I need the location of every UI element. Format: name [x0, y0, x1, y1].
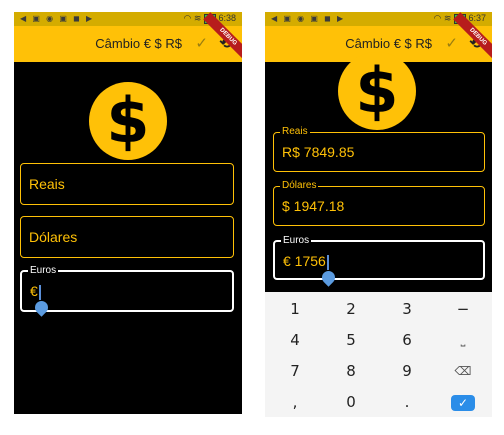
check-icon[interactable]: ✓ [195, 34, 208, 52]
app-title: Câmbio € $ R$ [95, 36, 182, 51]
phone-screen-left: ◀ ▣ ◉ ▣ ◼ ▶ ◠ ≋ 6:38 Câmbio € $ R$ ✓ ⟲ D… [14, 12, 242, 414]
key-comma[interactable]: , [267, 387, 323, 417]
numeric-keyboard: 1 2 3 − 4 5 6 ⎵ 7 8 9 ⌫ , 0 . ✓ [265, 292, 492, 417]
status-time: 6:38 [218, 13, 236, 23]
key-5[interactable]: 5 [323, 325, 379, 356]
euros-field[interactable]: Euros € [20, 265, 234, 312]
signal-icon: ≋ [443, 13, 452, 23]
done-key-icon[interactable]: ✓ [451, 395, 475, 411]
wifi-icon: ◠ [183, 13, 192, 23]
wifi-icon: ◠ [433, 13, 442, 23]
dolares-value[interactable]: $ 1947.18 [282, 198, 344, 214]
key-8[interactable]: 8 [323, 356, 379, 387]
key-3[interactable]: 3 [379, 294, 435, 325]
key-2[interactable]: 2 [323, 294, 379, 325]
backspace-key-icon[interactable]: ⌫ [435, 356, 491, 387]
key-6[interactable]: 6 [379, 325, 435, 356]
text-cursor [38, 284, 41, 300]
euros-value: € 1756 [283, 253, 326, 269]
app-title: Câmbio € $ R$ [345, 36, 432, 51]
dollar-coin-icon: $ [89, 82, 167, 160]
reais-label: Reais [280, 126, 310, 138]
dolares-field[interactable]: Dólares $ 1947.18 [273, 180, 485, 226]
euros-label: Euros [281, 235, 312, 247]
key-9[interactable]: 9 [379, 356, 435, 387]
key-4[interactable]: 4 [267, 325, 323, 356]
key-1[interactable]: 1 [267, 294, 323, 325]
space-key-icon[interactable]: ⎵ [435, 325, 491, 356]
status-time: 6:37 [468, 13, 486, 23]
euros-label: Euros [28, 265, 59, 277]
app-bar: Câmbio € $ R$ ✓ ⟲ DEBUG [14, 12, 242, 62]
euros-input[interactable]: € [30, 283, 41, 300]
phone-screen-right: ◀ ▣ ◉ ▣ ◼ ▶ ◠ ≋ 6:37 Câmbio € $ R$ ✓ ⟲ D… [265, 12, 492, 417]
dolares-field[interactable]: Dólares [20, 216, 234, 258]
notification-icons: ◀ ▣ ◉ ▣ ◼ ▶ [20, 14, 95, 23]
euros-prefix: € [30, 283, 38, 299]
signal-icon: ≋ [193, 13, 202, 23]
text-cursor [326, 254, 329, 270]
reais-hint: Reais [29, 176, 65, 192]
dollar-coin-icon: $ [338, 52, 416, 130]
check-icon[interactable]: ✓ [445, 34, 458, 52]
euros-input[interactable]: € 1756 [283, 253, 329, 270]
reais-field[interactable]: Reais R$ 7849.85 [273, 126, 485, 172]
notification-icons: ◀ ▣ ◉ ▣ ◼ ▶ [271, 14, 346, 23]
euros-field[interactable]: Euros € 1756 [273, 235, 485, 280]
dolares-label: Dólares [280, 180, 319, 192]
dolares-hint: Dólares [29, 229, 78, 245]
reais-value[interactable]: R$ 7849.85 [282, 144, 354, 160]
key-7[interactable]: 7 [267, 356, 323, 387]
reais-field[interactable]: Reais [20, 163, 234, 205]
key-0[interactable]: 0 [323, 387, 379, 417]
key-period[interactable]: . [379, 387, 435, 417]
key-minus[interactable]: − [435, 294, 491, 325]
